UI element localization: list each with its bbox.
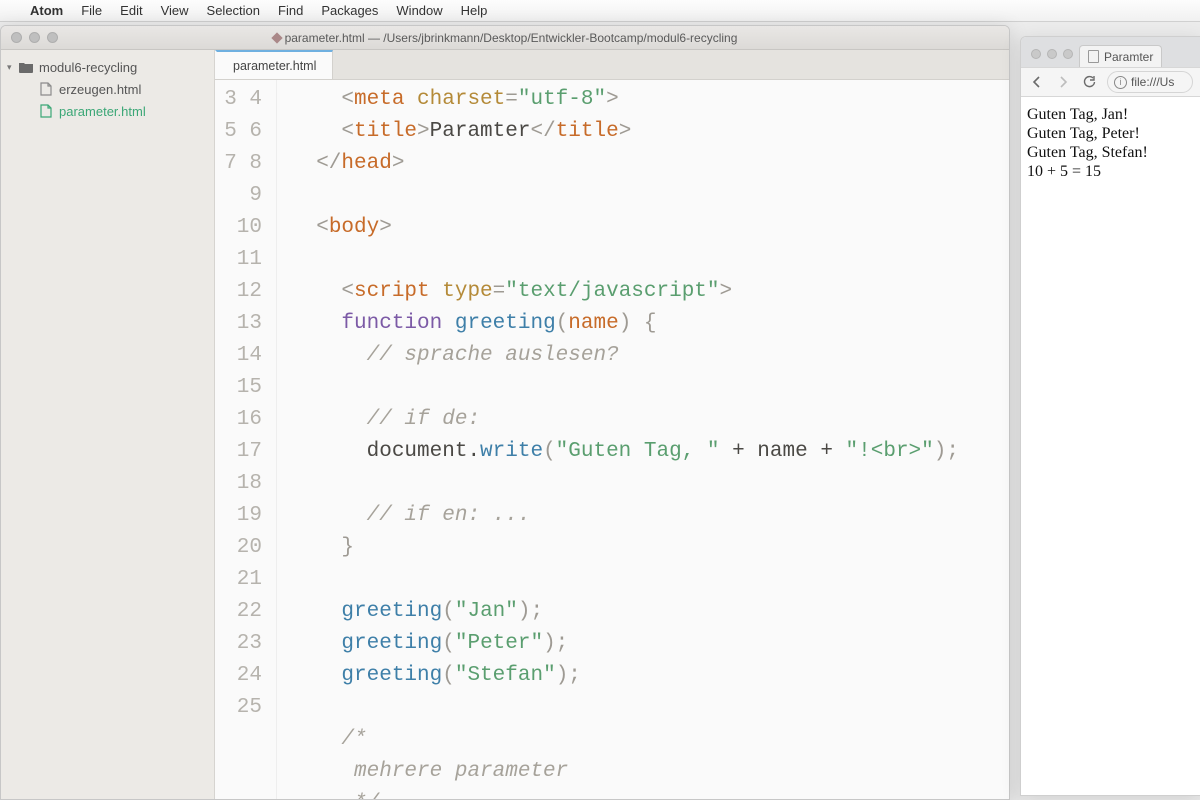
output-line: Guten Tag, Peter! (1027, 124, 1195, 143)
mac-menubar: Atom File Edit View Selection Find Packa… (0, 0, 1200, 22)
browser-window-controls (1027, 49, 1079, 67)
folder-icon (19, 60, 33, 74)
menu-view[interactable]: View (161, 3, 189, 18)
menu-app[interactable]: Atom (30, 3, 63, 18)
page-icon (1088, 50, 1099, 63)
modified-indicator-icon (271, 32, 282, 43)
file-icon (39, 104, 53, 118)
code-editor[interactable]: 3 4 5 6 7 8 9 10 11 12 13 14 15 16 17 18… (215, 80, 1009, 799)
menu-packages[interactable]: Packages (321, 3, 378, 18)
editor-pane: parameter.html 3 4 5 6 7 8 9 10 11 12 13… (215, 50, 1009, 799)
window-title: parameter.html — /Users/jbrinkmann/Deskt… (1, 31, 1009, 45)
browser-window: Paramter i file:///Us Guten Tag, Jan! Gu… (1020, 36, 1200, 796)
project-root[interactable]: ▾ modul6-recycling (1, 56, 214, 78)
menu-find[interactable]: Find (278, 3, 303, 18)
editor-tab[interactable]: parameter.html (215, 50, 333, 79)
tab-label: parameter.html (233, 59, 316, 73)
file-item[interactable]: erzeugen.html (1, 78, 214, 100)
window-title-text: parameter.html — /Users/jbrinkmann/Deskt… (285, 31, 738, 45)
page-content: Guten Tag, Jan! Guten Tag, Peter! Guten … (1021, 97, 1200, 189)
disclosure-triangle-icon[interactable]: ▾ (7, 62, 19, 73)
output-line: 10 + 5 = 15 (1027, 162, 1195, 181)
menu-help[interactable]: Help (461, 3, 488, 18)
close-button[interactable] (1031, 49, 1041, 59)
project-name: modul6-recycling (39, 60, 137, 75)
menu-selection[interactable]: Selection (207, 3, 260, 18)
tab-bar: parameter.html (215, 50, 1009, 80)
back-button[interactable] (1029, 74, 1045, 90)
file-icon (39, 82, 53, 96)
desktop: parameter.html — /Users/jbrinkmann/Deskt… (0, 22, 1200, 800)
menu-file[interactable]: File (81, 3, 102, 18)
browser-tab[interactable]: Paramter (1079, 45, 1162, 67)
address-bar[interactable]: i file:///Us (1107, 71, 1193, 93)
browser-tab-title: Paramter (1104, 50, 1153, 64)
line-gutter: 3 4 5 6 7 8 9 10 11 12 13 14 15 16 17 18… (215, 80, 277, 799)
zoom-button[interactable] (1063, 49, 1073, 59)
output-line: Guten Tag, Stefan! (1027, 143, 1195, 162)
output-line: Guten Tag, Jan! (1027, 105, 1195, 124)
minimize-button[interactable] (1047, 49, 1057, 59)
atom-titlebar[interactable]: parameter.html — /Users/jbrinkmann/Deskt… (1, 26, 1009, 50)
menu-edit[interactable]: Edit (120, 3, 142, 18)
browser-tabstrip: Paramter (1021, 37, 1200, 67)
url-text: file:///Us (1131, 75, 1174, 89)
site-info-icon[interactable]: i (1114, 76, 1127, 89)
menu-window[interactable]: Window (396, 3, 442, 18)
project-tree[interactable]: ▾ modul6-recycling erzeugen.html (1, 50, 215, 799)
code-content[interactable]: <meta charset="utf-8"> <title>Paramter</… (277, 80, 1009, 799)
forward-button[interactable] (1055, 74, 1071, 90)
file-label: erzeugen.html (59, 82, 141, 97)
atom-window: parameter.html — /Users/jbrinkmann/Deskt… (0, 25, 1010, 800)
browser-toolbar: i file:///Us (1021, 67, 1200, 97)
reload-button[interactable] (1081, 74, 1097, 90)
file-item-active[interactable]: parameter.html (1, 100, 214, 122)
file-label: parameter.html (59, 104, 146, 119)
